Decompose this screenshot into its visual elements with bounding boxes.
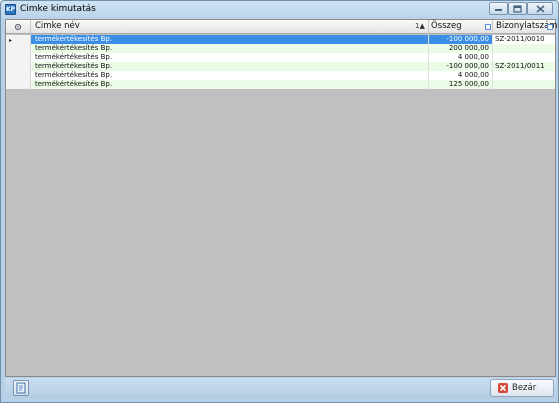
cell-sum[interactable]: -100 000,00 [429, 35, 493, 44]
cell-sum[interactable]: -100 000,00 [429, 62, 493, 71]
column-chooser-header[interactable] [6, 20, 31, 34]
window-title: Cimke kimutatás [20, 4, 96, 14]
data-grid: Cimke név 1▲ Összeg Bizonylatszám ▸ term… [5, 19, 558, 377]
close-x-icon [498, 383, 508, 393]
cell-doc[interactable] [493, 53, 555, 62]
bottom-toolbar: Bezár [5, 378, 556, 398]
column-header-name[interactable]: Cimke név 1▲ [31, 20, 429, 34]
cell-sum[interactable]: 200 000,00 [429, 44, 493, 53]
grid-rows: ▸ termékértékesítés Bp. -100 000,00 SZ-2… [6, 35, 555, 89]
settings-icon [14, 23, 22, 31]
cell-name[interactable]: termékértékesítés Bp. [31, 71, 429, 80]
document-icon [16, 382, 26, 394]
title-bar: KP Cimke kimutatás [1, 1, 558, 19]
row-indicator[interactable] [6, 80, 31, 89]
filter-icon[interactable] [485, 24, 491, 30]
row-indicator[interactable] [6, 62, 31, 71]
row-indicator[interactable] [6, 71, 31, 80]
column-header-sum-label: Összeg [431, 21, 462, 31]
maximize-icon [513, 4, 522, 13]
sort-indicator: 1▲ [415, 22, 425, 30]
column-header-sum[interactable]: Összeg [429, 20, 493, 34]
column-header-doc[interactable]: Bizonylatszám [493, 20, 558, 34]
cell-sum[interactable]: 125 000,00 [429, 80, 493, 89]
column-header-name-label: Cimke név [35, 21, 80, 31]
grid-header: Cimke név 1▲ Összeg Bizonylatszám [6, 20, 558, 34]
cell-name[interactable]: termékértékesítés Bp. [31, 62, 429, 71]
cell-doc[interactable] [493, 44, 555, 53]
cell-doc[interactable]: SZ-2011/0011 [493, 62, 555, 71]
cell-sum[interactable]: 4 000,00 [429, 71, 493, 80]
minimize-button[interactable] [489, 2, 508, 15]
row-indicator[interactable] [6, 53, 31, 62]
table-row[interactable]: termékértékesítés Bp. -100 000,00 SZ-201… [6, 62, 555, 71]
close-window-button[interactable] [527, 2, 553, 15]
cell-name[interactable]: termékértékesítés Bp. [31, 44, 429, 53]
table-row[interactable]: termékértékesítés Bp. 200 000,00 [6, 44, 555, 53]
maximize-button[interactable] [508, 2, 527, 15]
cell-name[interactable]: termékértékesítés Bp. [31, 80, 429, 89]
cell-doc[interactable] [493, 80, 555, 89]
close-button[interactable]: Bezár [490, 379, 554, 397]
table-row[interactable]: termékértékesítés Bp. 125 000,00 [6, 80, 555, 89]
cell-sum[interactable]: 4 000,00 [429, 53, 493, 62]
cell-name[interactable]: termékértékesítés Bp. [31, 53, 429, 62]
close-icon [536, 4, 544, 13]
row-pointer-icon: ▸ [9, 37, 13, 44]
table-row[interactable]: termékértékesítés Bp. 4 000,00 [6, 53, 555, 62]
filter-icon[interactable] [547, 24, 553, 30]
table-row[interactable]: ▸ termékértékesítés Bp. -100 000,00 SZ-2… [6, 35, 555, 44]
export-button[interactable] [13, 380, 29, 396]
minimize-icon [495, 9, 502, 11]
row-indicator[interactable]: ▸ [6, 35, 31, 44]
main-window: KP Cimke kimutatás Cimke név 1▲ Összeg B… [0, 0, 559, 403]
app-icon: KP [5, 4, 16, 15]
cell-doc[interactable]: SZ-2011/0010 [493, 35, 555, 44]
table-row[interactable]: termékértékesítés Bp. 4 000,00 [6, 71, 555, 80]
row-indicator[interactable] [6, 44, 31, 53]
cell-doc[interactable] [493, 71, 555, 80]
cell-name[interactable]: termékértékesítés Bp. [31, 35, 429, 44]
close-button-label: Bezár [512, 383, 537, 393]
